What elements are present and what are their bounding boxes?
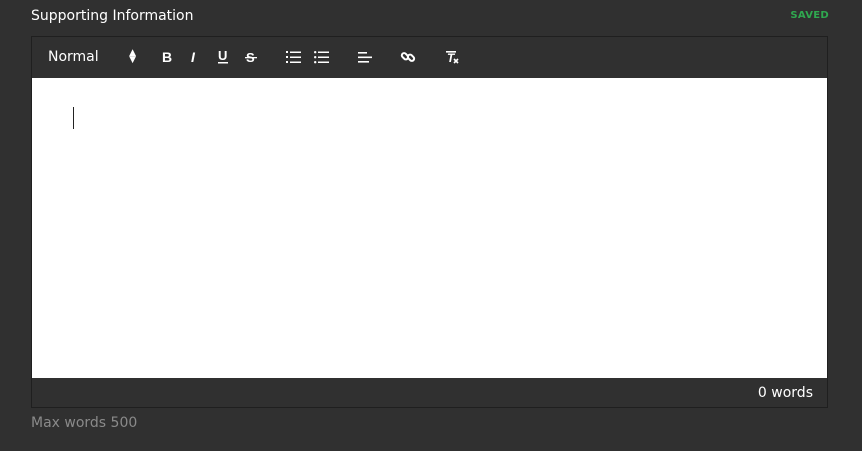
save-status-badge: SAVED bbox=[790, 10, 829, 21]
field-label: Supporting Information bbox=[31, 8, 194, 24]
editor-toolbar: Normal ▲▼ B I U S bbox=[32, 37, 827, 78]
underline-icon: U bbox=[216, 49, 230, 65]
svg-text:B: B bbox=[162, 50, 172, 64]
link-button[interactable] bbox=[397, 47, 419, 67]
bold-icon: B bbox=[160, 50, 174, 64]
format-select[interactable]: Normal ▲ ▼ bbox=[48, 47, 136, 67]
strikethrough-button[interactable]: S bbox=[240, 47, 262, 67]
ordered-list-icon bbox=[286, 50, 302, 64]
italic-icon: I bbox=[188, 50, 202, 64]
clear-format-button[interactable]: T bbox=[441, 47, 463, 67]
italic-button[interactable]: I bbox=[184, 47, 206, 67]
underline-button[interactable]: U bbox=[212, 47, 234, 67]
word-count: 0 words bbox=[757, 385, 813, 401]
bullet-list-icon bbox=[314, 50, 330, 64]
align-button[interactable] bbox=[354, 47, 376, 67]
max-words-hint: Max words 500 bbox=[31, 415, 138, 431]
bold-button[interactable]: B bbox=[156, 47, 178, 67]
align-left-icon bbox=[357, 50, 373, 64]
svg-text:I: I bbox=[191, 50, 196, 64]
rich-text-editor: Normal ▲▼ B I U S bbox=[31, 36, 828, 408]
link-icon bbox=[400, 49, 416, 65]
editor-footer: 0 words bbox=[32, 378, 827, 407]
text-caret bbox=[73, 107, 74, 129]
select-arrows-icon: ▲ ▼ bbox=[129, 48, 136, 65]
format-select-value: Normal bbox=[48, 49, 99, 65]
bullet-list-button[interactable] bbox=[311, 47, 333, 67]
strikethrough-icon: S bbox=[244, 50, 258, 64]
ordered-list-button[interactable] bbox=[283, 47, 305, 67]
svg-text:U: U bbox=[218, 49, 227, 63]
editor-text-area[interactable] bbox=[32, 78, 827, 378]
clear-format-icon: T bbox=[444, 49, 460, 65]
